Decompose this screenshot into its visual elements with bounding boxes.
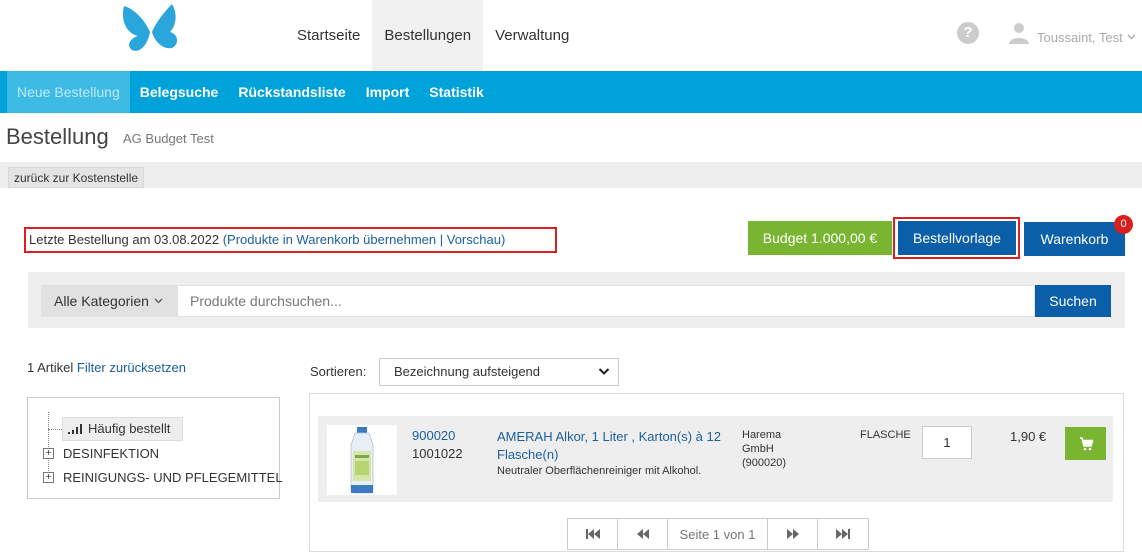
take-over-products-link[interactable]: Produkte in Warenkorb übernehmen: [227, 232, 436, 247]
open-paren: (: [219, 232, 228, 247]
product-search-input[interactable]: [177, 285, 1035, 317]
sort-select[interactable]: Bezeichnung aufsteigend: [379, 358, 619, 386]
butterfly-logo-icon[interactable]: [118, 4, 182, 56]
rewind-icon: [636, 529, 649, 539]
reset-filter-link[interactable]: Filter zurücksetzen: [77, 360, 186, 375]
product-image[interactable]: [327, 425, 397, 495]
separator: |: [436, 232, 447, 247]
cart-count-badge: 0: [1114, 215, 1133, 234]
tree-connector: [48, 429, 62, 430]
subnav-import[interactable]: Import: [356, 71, 420, 113]
order-template-button[interactable]: Bestellvorlage: [898, 221, 1016, 255]
shopping-cart-icon: [1080, 437, 1094, 451]
fast-forward-icon: [786, 529, 799, 539]
category-dropdown[interactable]: Alle Kategorien: [41, 285, 177, 317]
chevron-down-icon: [1127, 34, 1136, 40]
expand-icon[interactable]: +: [43, 448, 54, 459]
subnav-statistik[interactable]: Statistik: [419, 71, 493, 113]
page-title: Bestellung: [6, 124, 109, 149]
search-button[interactable]: Suchen: [1035, 285, 1111, 317]
back-bar: [0, 162, 1142, 188]
tree-item-label: Häufig bestellt: [88, 421, 171, 436]
last-order-info: Letzte Bestellung am 03.08.2022 (Produkt…: [24, 227, 557, 253]
top-header: Startseite Bestellungen Verwaltung ? Tou…: [0, 0, 1142, 71]
product-name-link[interactable]: AMERAH Alkor, 1 Liter , Karton(s) à 12 F…: [497, 428, 732, 464]
help-icon[interactable]: ?: [957, 22, 979, 44]
expand-icon[interactable]: +: [43, 472, 54, 483]
close-paren: ): [500, 232, 506, 247]
back-to-cost-center-button[interactable]: zurück zur Kostenstelle: [8, 167, 145, 188]
subnav-rueckstandsliste[interactable]: Rückstandsliste: [228, 71, 355, 113]
sort-selected-value: Bezeichnung aufsteigend: [394, 364, 541, 379]
product-description: Neutraler Oberflächenreiniger mit Alkoho…: [497, 465, 702, 477]
user-name-label: Toussaint, Test: [1037, 30, 1123, 45]
price: 1,90 €: [1010, 429, 1047, 444]
user-menu[interactable]: Toussaint, Test: [1037, 30, 1136, 45]
subnav-belegsuche[interactable]: Belegsuche: [130, 71, 229, 113]
manufacturer-line: GmbH: [742, 443, 774, 455]
tree-connector: [48, 412, 49, 477]
user-icon[interactable]: [1008, 22, 1030, 44]
category-tree: Häufig bestellt + DESINFEKTION + REINIGU…: [27, 397, 283, 499]
nav-verwaltung[interactable]: Verwaltung: [483, 0, 581, 71]
nav-startseite[interactable]: Startseite: [285, 0, 372, 71]
tree-item-desinfektion[interactable]: DESINFEKTION: [63, 446, 159, 461]
budget-button[interactable]: Budget 1.000,00 €: [748, 221, 892, 255]
add-to-cart-button[interactable]: [1065, 427, 1106, 460]
pagination: Seite 1 von 1: [567, 518, 869, 550]
manufacturer-line: (900020): [742, 457, 787, 469]
last-page-button[interactable]: [818, 519, 868, 549]
page-info: Seite 1 von 1: [668, 519, 768, 549]
tree-item-haeufig-bestellt[interactable]: Häufig bestellt: [68, 421, 170, 436]
page-subtitle: AG Budget Test: [123, 131, 214, 146]
skip-first-icon: [585, 529, 600, 539]
last-order-date: Letzte Bestellung am 03.08.2022: [29, 232, 220, 247]
sub-navigation: Neue Bestellung Belegsuche Rückstandslis…: [0, 71, 1142, 113]
first-page-button[interactable]: [568, 519, 618, 549]
signal-bars-icon: [68, 424, 82, 434]
unit-label: FLASCHE: [860, 429, 911, 441]
article-number-link[interactable]: 900020: [412, 428, 455, 443]
sort-label: Sortieren:: [310, 364, 367, 379]
chevron-down-icon: [598, 368, 610, 375]
manufacturer: Harema GmbH (900020): [742, 428, 812, 470]
subnav-neue-bestellung[interactable]: Neue Bestellung: [7, 71, 130, 113]
cart-button[interactable]: Warenkorb: [1024, 222, 1125, 256]
tree-item-reinigungs-und-pflegemittel[interactable]: REINIGUNGS- UND PFLEGEMITTEL: [63, 470, 283, 485]
nav-bestellungen[interactable]: Bestellungen: [372, 0, 484, 71]
previous-page-button[interactable]: [618, 519, 668, 549]
next-page-button[interactable]: [768, 519, 818, 549]
article-number-secondary: 1001022: [412, 446, 463, 461]
article-count: 1 Artikel Filter zurücksetzen: [27, 360, 186, 375]
manufacturer-line: Harema: [742, 429, 782, 441]
chevron-down-icon: [154, 298, 163, 304]
preview-link[interactable]: Vorschau: [447, 232, 501, 247]
main-navigation: Startseite Bestellungen Verwaltung: [285, 0, 581, 71]
quantity-input[interactable]: [922, 426, 972, 459]
category-label: Alle Kategorien: [54, 293, 149, 309]
article-count-label: 1 Artikel: [27, 360, 74, 375]
skip-last-icon: [836, 529, 850, 539]
